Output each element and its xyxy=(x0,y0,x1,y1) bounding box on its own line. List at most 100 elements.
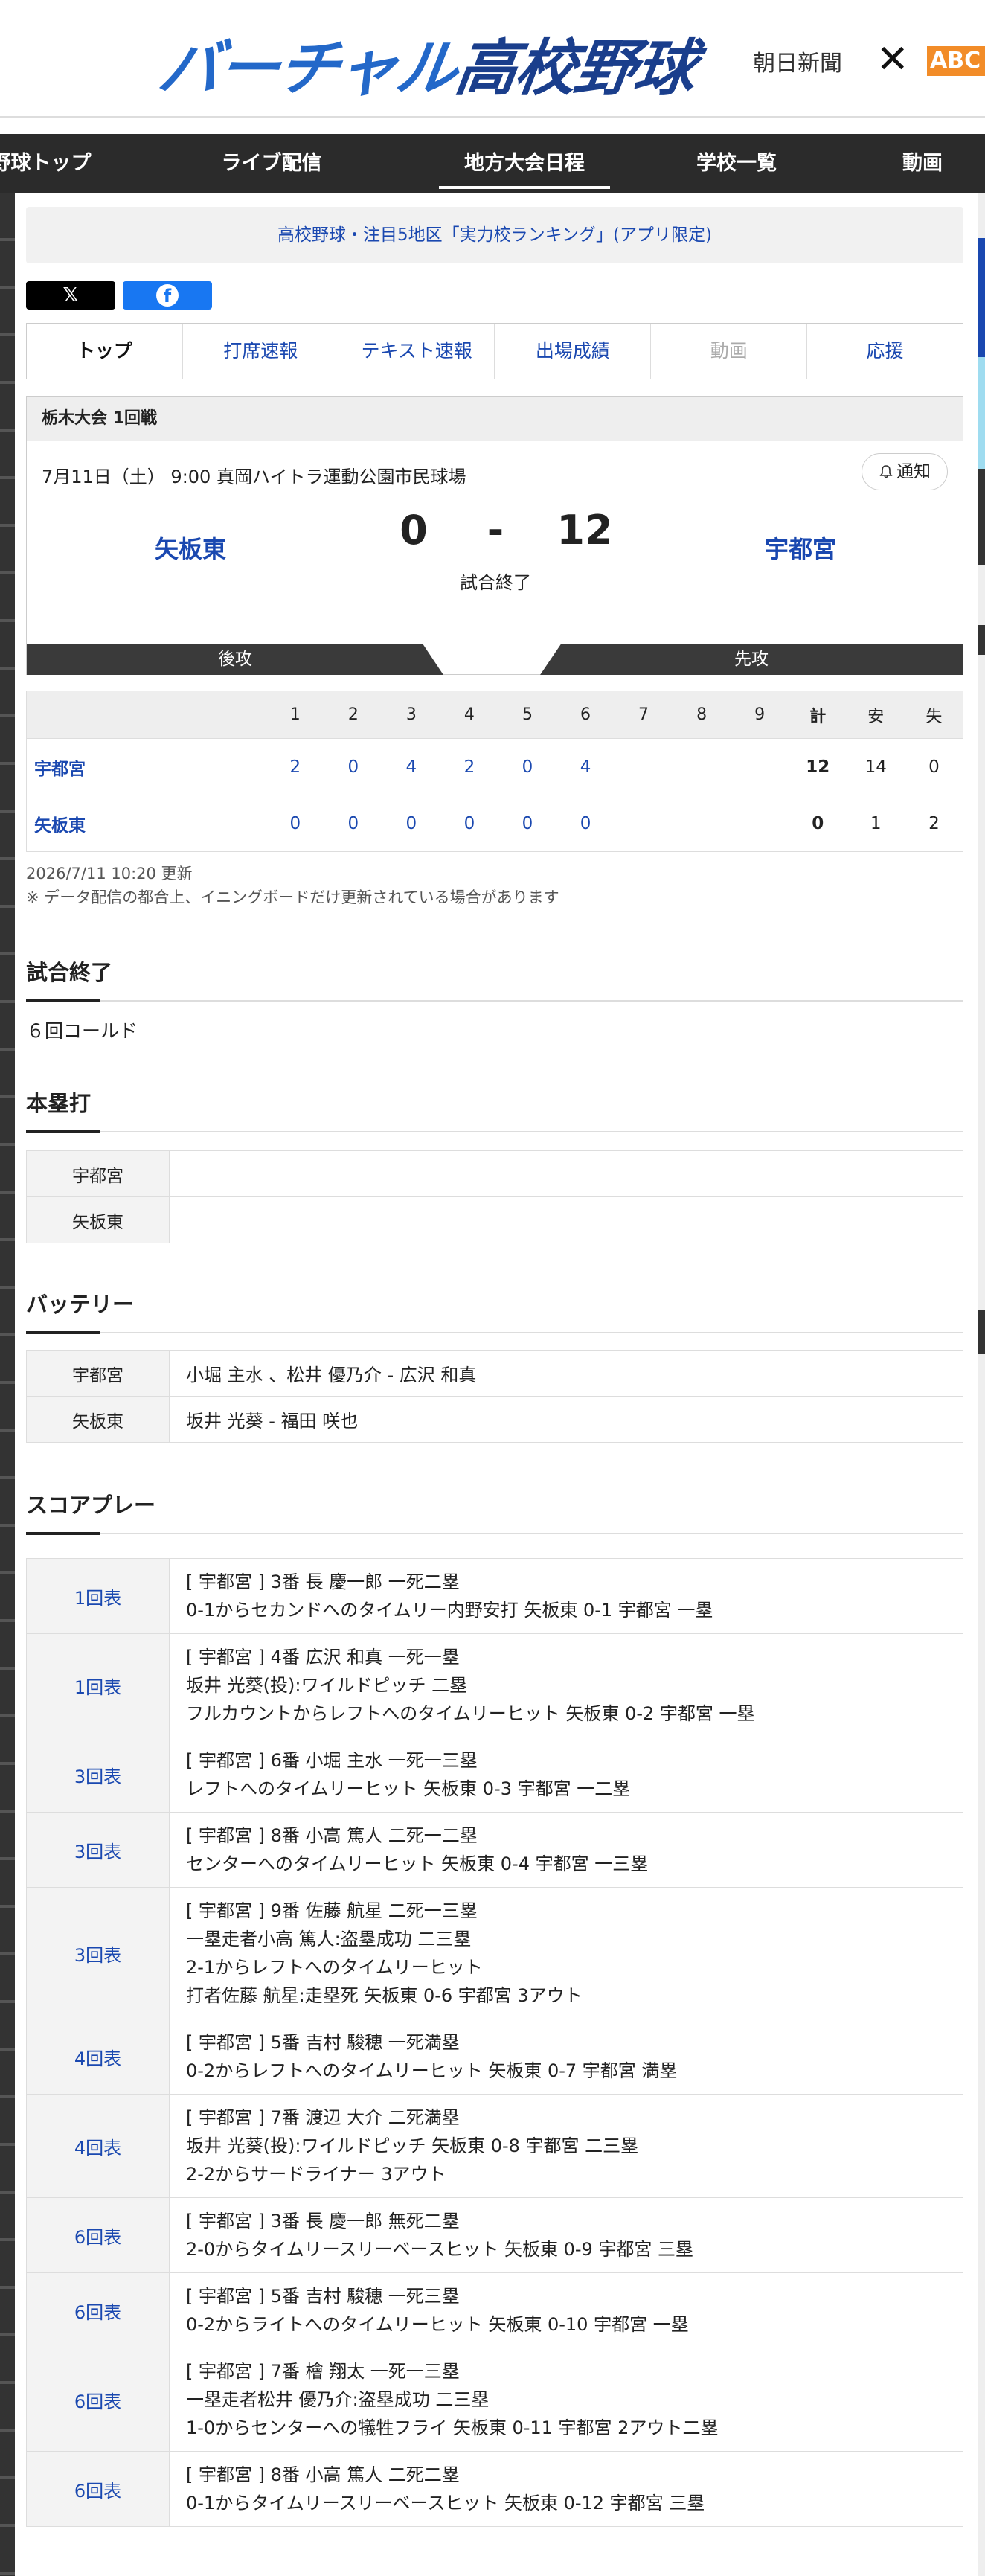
scoreboard-team[interactable]: 宇都宮 xyxy=(25,738,267,795)
play-line: [ 宇都宮 ] 5番 吉村 駿穂 一死三塁 xyxy=(186,2286,460,2307)
inning-score[interactable]: 0 xyxy=(556,795,615,852)
tab-cheer[interactable]: 応援 xyxy=(806,324,963,379)
play-line: 0-1からセカンドへのタイムリー内野安打 矢板東 0-1 宇都宮 一塁 xyxy=(186,1600,713,1621)
inning-score[interactable]: 0 xyxy=(440,795,499,852)
inning-link[interactable]: 1回表 xyxy=(26,1633,170,1737)
play-line: 0-2からライトへのタイムリーヒット 矢板東 0-10 宇都宮 一塁 xyxy=(186,2314,689,2335)
promo-banner[interactable]: 高校野球・注目5地区「実力校ランキング」(アプリ限定) xyxy=(26,207,963,263)
inning-score[interactable]: 2 xyxy=(440,738,499,795)
share-x-button[interactable]: 𝕏 xyxy=(26,281,115,310)
inning-link[interactable]: 4回表 xyxy=(26,2094,170,2198)
play-line: 一塁走者小高 篤人:盗塁成功 二三塁 xyxy=(186,1929,472,1949)
total-errors: 2 xyxy=(904,795,964,852)
play-line: [ 宇都宮 ] 8番 小高 篤人 二死二塁 xyxy=(186,2464,460,2485)
inning-link[interactable]: 4回表 xyxy=(26,2019,170,2095)
nav-item-live[interactable]: ライブ配信 xyxy=(186,134,357,193)
game-tabs: トップ 打席速報 テキスト速報 出場成績 動画 応援 xyxy=(26,323,963,379)
away-score: 12 xyxy=(556,507,613,554)
scoreboard-corner xyxy=(25,691,267,739)
nav-item-schools[interactable]: 学校一覧 xyxy=(655,134,818,193)
nav-item-schedule[interactable]: 地方大会日程 xyxy=(431,134,617,193)
errors-header: 失 xyxy=(904,691,964,739)
data-note: ※ データ配信の都合上、イニングボードだけ更新されている場合があります xyxy=(26,888,559,906)
result-text: ６回コールド xyxy=(26,1020,138,1042)
inning-score xyxy=(730,795,789,852)
inning-score[interactable]: 2 xyxy=(266,738,325,795)
table-row: 3回表 [ 宇都宮 ] 9番 佐藤 航星 二死一三塁 一塁走者小高 篤人:盗塁成… xyxy=(26,1887,963,2019)
close-icon[interactable]: ✕ xyxy=(876,39,909,80)
table-row: 6回表 [ 宇都宮 ] 3番 長 慶一郎 無死二塁 2-0からタイムリースリーベ… xyxy=(26,2197,963,2273)
inning-link[interactable]: 6回表 xyxy=(26,2348,170,2452)
play-line: [ 宇都宮 ] 9番 佐藤 航星 二死一三塁 xyxy=(186,1900,478,1921)
home-side-label: 後攻 xyxy=(27,644,443,675)
table-row: 宇都宮 xyxy=(26,1150,963,1197)
inning-link[interactable]: 3回表 xyxy=(26,1812,170,1888)
abc-logo[interactable]: ABC xyxy=(927,46,985,76)
play-line: [ 宇都宮 ] 3番 長 慶一郎 無死二塁 xyxy=(186,2211,460,2231)
inning-link[interactable]: 1回表 xyxy=(26,1558,170,1634)
inning-link[interactable]: 3回表 xyxy=(26,1887,170,2019)
table-row: 6回表 [ 宇都宮 ] 7番 檜 翔太 一死一三塁 一塁走者松井 優乃介:盗塁成… xyxy=(26,2348,963,2452)
total-runs: 0 xyxy=(788,795,847,852)
away-team-name[interactable]: 宇都宮 xyxy=(637,531,964,565)
section-title-homerun: 本塁打 xyxy=(26,1091,92,1116)
site-header: バーチャル 高校野球 朝日新聞 ✕ ABC xyxy=(0,0,985,134)
play-line: 坂井 光葵(投):ワイルドピッチ 矢板東 0-8 宇都宮 二三塁 xyxy=(186,2136,639,2156)
inning-score[interactable]: 0 xyxy=(498,795,557,852)
homerun-value xyxy=(169,1196,963,1243)
play-line: 一塁走者松井 優乃介:盗塁成功 二三塁 xyxy=(186,2389,490,2410)
logo-part1: バーチャル xyxy=(154,33,461,104)
tab-at-bat[interactable]: 打席速報 xyxy=(182,324,339,379)
table-row: 矢板東 xyxy=(26,1196,963,1243)
game-title: 栃木大会 1回戦 xyxy=(27,397,963,441)
scoreboard-team[interactable]: 矢板東 xyxy=(25,795,267,852)
table-row: 4回表 [ 宇都宮 ] 7番 渡辺 大介 二死満塁 坂井 光葵(投):ワイルドピ… xyxy=(26,2094,963,2198)
team-label: 矢板東 xyxy=(26,1396,170,1443)
table-row: 3回表 [ 宇都宮 ] 6番 小堀 主水 一死一三塁 レフトへのタイムリーヒット… xyxy=(26,1737,963,1813)
play-text: [ 宇都宮 ] 8番 小高 篤人 二死一二塁 センターへのタイムリーヒット 矢板… xyxy=(169,1812,963,1888)
game-summary: 栃木大会 1回戦 7月11日（土） 9:00 真岡ハイトラ運動公園市民球場 通知… xyxy=(26,396,963,675)
battery-table: 宇都宮 小堀 主水 、松井 優乃介 - 広沢 和真 矢板東 坂井 光葵 - 福田… xyxy=(26,1350,963,1443)
inning-score[interactable]: 4 xyxy=(556,738,615,795)
total-hits: 1 xyxy=(846,795,905,852)
play-line: 2-2からサードライナー 3アウト xyxy=(186,2164,446,2185)
total-runs: 12 xyxy=(788,738,847,795)
section-divider xyxy=(26,1532,963,1535)
nav-item-baseball-top[interactable]: 野球トップ xyxy=(0,134,112,193)
inning-score[interactable]: 0 xyxy=(266,795,325,852)
play-text: [ 宇都宮 ] 7番 渡辺 大介 二死満塁 坂井 光葵(投):ワイルドピッチ 矢… xyxy=(169,2094,963,2198)
play-line: センターへのタイムリーヒット 矢板東 0-4 宇都宮 一三塁 xyxy=(186,1853,649,1874)
inning-header: 4 xyxy=(440,691,499,739)
inning-link[interactable]: 6回表 xyxy=(26,2451,170,2527)
play-text: [ 宇都宮 ] 8番 小高 篤人 二死二塁 0-1からタイムリースリーベースヒッ… xyxy=(169,2451,963,2527)
play-line: 2-0からタイムリースリーベースヒット 矢板東 0-9 宇都宮 三塁 xyxy=(186,2239,694,2260)
play-text: [ 宇都宮 ] 6番 小堀 主水 一死一三塁 レフトへのタイムリーヒット 矢板東… xyxy=(169,1737,963,1813)
play-text: [ 宇都宮 ] 7番 檜 翔太 一死一三塁 一塁走者松井 優乃介:盗塁成功 二三… xyxy=(169,2348,963,2452)
tab-text-live[interactable]: テキスト速報 xyxy=(338,324,495,379)
tab-top[interactable]: トップ xyxy=(27,324,182,379)
tab-stats[interactable]: 出場成績 xyxy=(494,324,650,379)
play-line: 1-0からセンターへの犠牲フライ 矢板東 0-11 宇都宮 2アウト二塁 xyxy=(186,2418,719,2438)
inning-score[interactable]: 0 xyxy=(382,795,441,852)
inning-link[interactable]: 6回表 xyxy=(26,2272,170,2348)
asahi-logo[interactable]: 朝日新聞 xyxy=(753,45,842,77)
share-facebook-button[interactable]: f xyxy=(123,281,212,310)
inning-header: 1 xyxy=(266,691,325,739)
inning-score[interactable]: 0 xyxy=(324,795,383,852)
home-team-name[interactable]: 矢板東 xyxy=(27,531,354,565)
inning-score xyxy=(614,795,673,852)
inning-score[interactable]: 0 xyxy=(498,738,557,795)
inning-score xyxy=(672,738,731,795)
notify-button[interactable]: 通知 xyxy=(862,453,948,490)
battery-value: 小堀 主水 、松井 優乃介 - 広沢 和真 xyxy=(169,1350,963,1397)
table-row: 6回表 [ 宇都宮 ] 5番 吉村 駿穂 一死三塁 0-2からライトへのタイムリ… xyxy=(26,2272,963,2348)
inning-link[interactable]: 3回表 xyxy=(26,1737,170,1813)
inning-score[interactable]: 4 xyxy=(382,738,441,795)
nav-item-video[interactable]: 動画 xyxy=(856,134,985,193)
site-logo[interactable]: バーチャル 高校野球 xyxy=(154,25,700,104)
inning-score[interactable]: 0 xyxy=(324,738,383,795)
play-text: [ 宇都宮 ] 3番 長 慶一郎 無死二塁 2-0からタイムリースリーベースヒッ… xyxy=(169,2197,963,2273)
notify-label: 通知 xyxy=(896,462,931,481)
inning-link[interactable]: 6回表 xyxy=(26,2197,170,2273)
header-divider xyxy=(0,116,985,118)
